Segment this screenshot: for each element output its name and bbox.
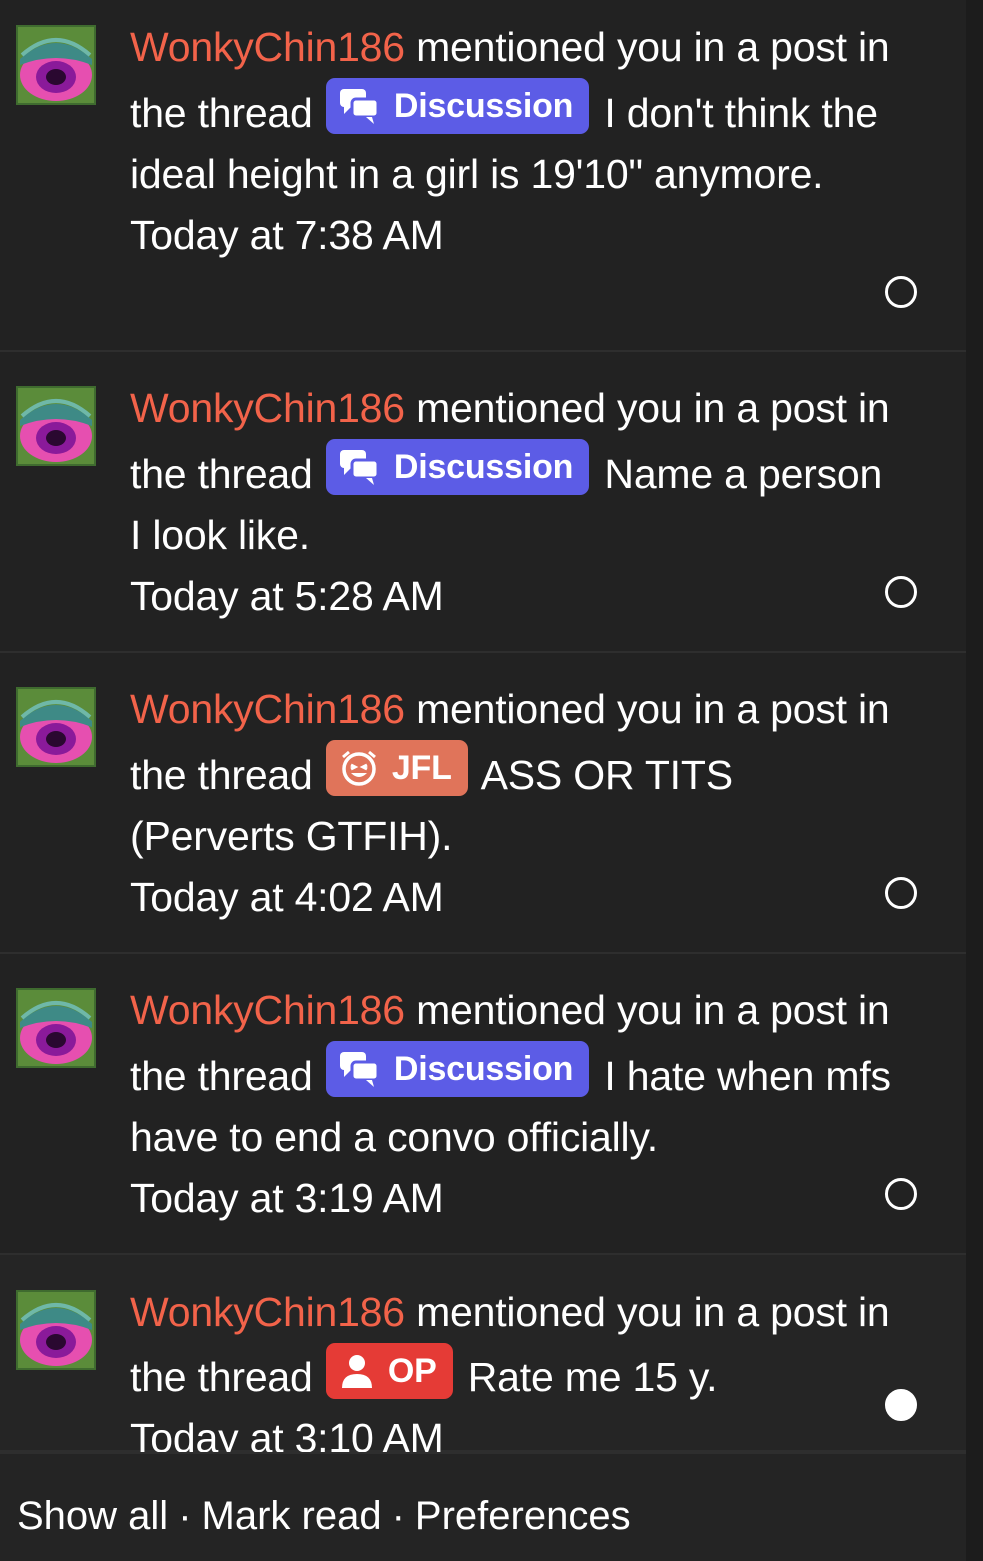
thread-prefix-label[interactable]: Discussion xyxy=(325,1041,590,1097)
alert-time: Today at 7:38 AM xyxy=(130,212,444,258)
thread-prefix-label[interactable]: Discussion xyxy=(325,78,590,134)
username-link[interactable]: WonkyChin186 xyxy=(130,24,405,70)
avatar[interactable] xyxy=(16,25,96,105)
alert-item[interactable]: WonkyChin186 mentioned you in a post in … xyxy=(0,1255,966,1461)
separator: · xyxy=(178,1494,192,1538)
mark-read-toggle[interactable] xyxy=(885,576,917,608)
alert-text: WonkyChin186 mentioned you in a post in … xyxy=(130,378,900,627)
avatar[interactable] xyxy=(16,1290,96,1370)
scroll-gutter xyxy=(966,0,983,1561)
thread-prefix-label[interactable]: OP xyxy=(325,1343,453,1399)
alert-time: Today at 4:02 AM xyxy=(130,874,444,920)
chat-bubbles-icon xyxy=(339,89,380,124)
alerts-footer: Show all · Mark read · Preferences xyxy=(0,1452,966,1561)
mark-read-toggle[interactable] xyxy=(885,276,917,308)
thread-prefix-label[interactable]: Discussion xyxy=(325,439,590,495)
avatar[interactable] xyxy=(16,386,96,466)
mark-read-toggle[interactable] xyxy=(885,877,917,909)
alert-time: Today at 5:28 AM xyxy=(130,573,444,619)
chat-bubbles-icon xyxy=(339,1052,380,1087)
username-link[interactable]: WonkyChin186 xyxy=(130,1289,405,1335)
label-text: JFL xyxy=(391,749,452,787)
alert-item[interactable]: WonkyChin186 mentioned you in a post in … xyxy=(0,653,966,954)
alert-item[interactable]: WonkyChin186 mentioned you in a post in … xyxy=(0,352,966,653)
label-text: Discussion xyxy=(393,448,574,486)
alerts-list: WonkyChin186 mentioned you in a post in … xyxy=(0,0,966,1461)
laughing-face-icon xyxy=(341,750,376,786)
label-text: OP xyxy=(387,1352,437,1390)
avatar[interactable] xyxy=(16,687,96,767)
username-link[interactable]: WonkyChin186 xyxy=(130,686,405,732)
chat-bubbles-icon xyxy=(339,450,380,485)
alert-text: WonkyChin186 mentioned you in a post in … xyxy=(130,17,900,266)
avatar[interactable] xyxy=(16,988,96,1068)
alert-text: WonkyChin186 mentioned you in a post in … xyxy=(130,1282,900,1469)
alert-text: WonkyChin186 mentioned you in a post in … xyxy=(130,980,900,1229)
label-text: Discussion xyxy=(393,87,574,125)
alert-item[interactable]: WonkyChin186 mentioned you in a post in … xyxy=(0,0,966,352)
label-text: Discussion xyxy=(393,1050,574,1088)
footer-links: Show all · Mark read · Preferences xyxy=(17,1491,631,1541)
username-link[interactable]: WonkyChin186 xyxy=(130,385,405,431)
show-all-link[interactable]: Show all xyxy=(17,1494,168,1538)
mark-read-link[interactable]: Mark read xyxy=(202,1494,382,1538)
preferences-link[interactable]: Preferences xyxy=(415,1494,631,1538)
thread-title-link[interactable]: Rate me 15 y. xyxy=(457,1354,718,1400)
thread-prefix-label[interactable]: JFL xyxy=(325,740,468,796)
separator: · xyxy=(391,1494,405,1538)
mark-read-toggle[interactable] xyxy=(885,1389,917,1421)
user-icon xyxy=(341,1355,372,1388)
alert-time: Today at 3:19 AM xyxy=(130,1175,444,1221)
alert-item[interactable]: WonkyChin186 mentioned you in a post in … xyxy=(0,954,966,1255)
mark-read-toggle[interactable] xyxy=(885,1178,917,1210)
alert-text: WonkyChin186 mentioned you in a post in … xyxy=(130,679,900,928)
username-link[interactable]: WonkyChin186 xyxy=(130,987,405,1033)
